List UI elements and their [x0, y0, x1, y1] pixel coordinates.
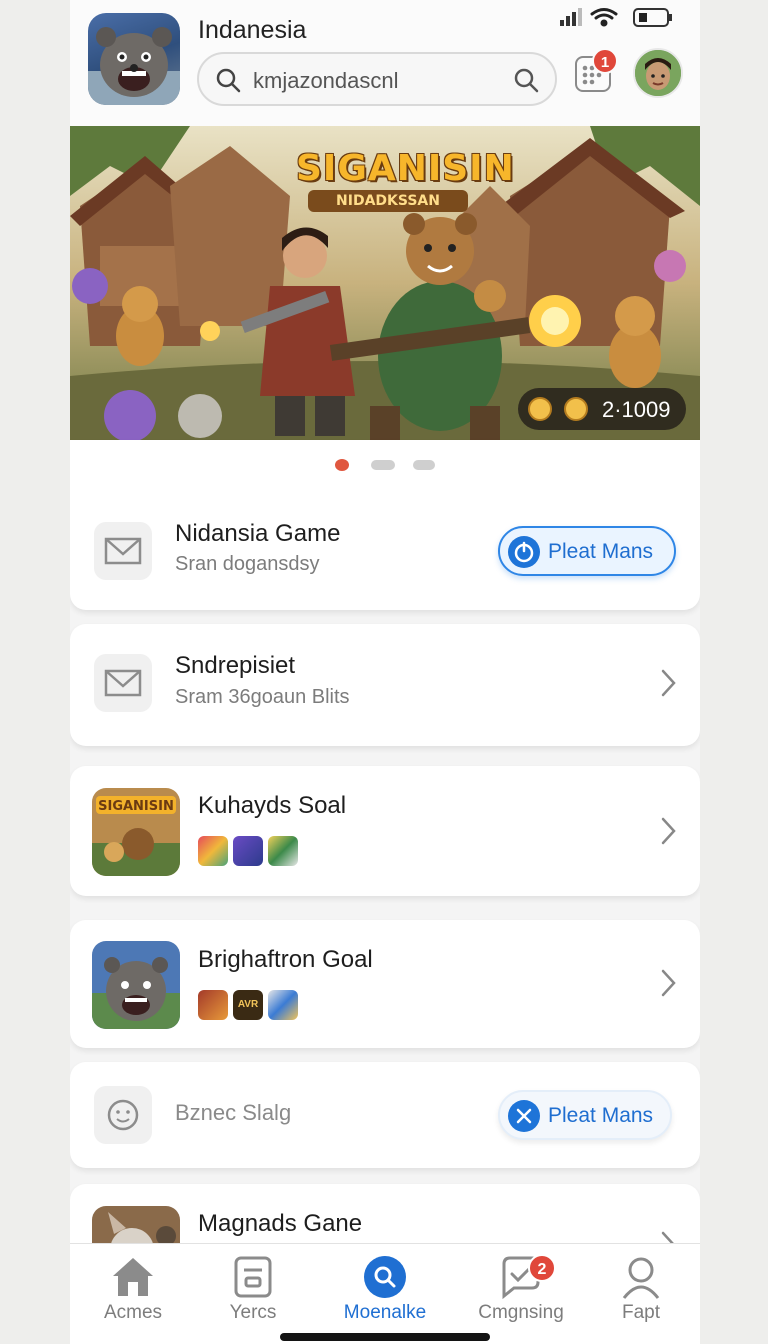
avr-tile: AVR [233, 990, 263, 1020]
nav-item-home[interactable]: Acmes [70, 1244, 196, 1334]
smiley-icon [94, 1086, 152, 1144]
thumbnail-logo: SIGANISIN [98, 799, 174, 814]
nav-badge: 2 [528, 1254, 556, 1282]
wifi-icon [590, 8, 618, 27]
chevron-right-icon[interactable] [660, 816, 676, 851]
warrior-tile-icon [198, 990, 228, 1020]
search-value: kmjazondascnl [253, 68, 399, 93]
game-list-item[interactable]: SIGANISIN Kuhayds Soal [70, 766, 700, 896]
banner-subtitle: NIDADKSSAN [308, 190, 468, 212]
list-item[interactable]: Sndrepisiet Sram 36goaun Blits [70, 624, 700, 746]
nav-label: Moenalke [343, 1302, 427, 1323]
home-icon [108, 1254, 158, 1300]
card-title: Brighaftron Goal [198, 946, 373, 973]
card-title: Sndrepisiet [175, 652, 296, 679]
nav-item-profile[interactable]: Fapt [578, 1244, 700, 1334]
status-bar [560, 6, 685, 30]
play-button[interactable]: Pleat Mans [498, 526, 676, 576]
play-button[interactable]: Pleat Mans [498, 1090, 672, 1140]
monster-tile-icon [233, 836, 263, 866]
play-button-label: Pleat Mans [548, 1104, 654, 1127]
mail-icon [94, 654, 152, 712]
list-item[interactable]: Bznec Slalg Pleat Mans [70, 1062, 700, 1168]
bottom-navigation: Acmes Yercs Moenalke 2 Cmgnsing Fapt [70, 1243, 700, 1344]
sword-tile-icon [198, 836, 228, 866]
game-thumbnail [92, 941, 180, 1029]
banner-title: SIGANISIN [296, 148, 515, 189]
axe-tile-icon [268, 836, 298, 866]
hero-banner[interactable]: SIGANISIN NIDADKSSAN 2·1009 [70, 126, 700, 440]
home-indicator [280, 1333, 490, 1341]
card-title: Kuhayds Soal [198, 792, 347, 819]
search-icon [360, 1254, 410, 1300]
featured-card[interactable]: Nidansia Game Sran dogansdsy Pleat Mans [70, 440, 700, 610]
game-list-item[interactable]: Brighaftron Goal AVR [70, 920, 700, 1048]
person-icon [616, 1254, 666, 1300]
chevron-right-icon[interactable] [660, 968, 676, 1003]
phone-screen: Indanesia kmjazondascnl 1 SIGANISIN NIDA… [70, 0, 700, 1344]
tag-tiles: AVR [198, 990, 308, 1022]
face-icon [564, 397, 588, 421]
card-subtitle: Sran dogansdsy [175, 553, 320, 575]
avatar[interactable] [633, 48, 683, 98]
notification-badge: 1 [592, 48, 618, 74]
players-counter: 2·1009 [518, 388, 686, 430]
app-header: Indanesia kmjazondascnl 1 [70, 0, 700, 126]
signal-icon [560, 8, 582, 26]
search-icon [215, 67, 241, 98]
document-icon [228, 1254, 278, 1300]
nav-label: Fapt [621, 1302, 661, 1323]
card-subtitle: Sram 36goaun Blits [175, 686, 350, 708]
tag-tiles [198, 836, 308, 868]
power-icon [508, 536, 540, 568]
nav-item-search[interactable]: Moenalke [322, 1244, 448, 1334]
carousel-dot[interactable] [371, 460, 395, 470]
card-title: Magnads Gane [198, 1210, 363, 1237]
battery-icon [633, 8, 672, 27]
card-title: Bznec Slalg [175, 1100, 292, 1125]
nav-label: Yercs [229, 1302, 277, 1323]
game-thumbnail: SIGANISIN [92, 788, 180, 876]
nav-label: Acmes [103, 1302, 163, 1323]
card-title: Nidansia Game [175, 520, 341, 547]
carousel-dot-active[interactable] [335, 459, 349, 471]
blade-tile-icon [268, 990, 298, 1020]
counter-value: 2·1009 [602, 397, 671, 422]
nav-item-messages[interactable]: 2 Cmgnsing [458, 1244, 584, 1334]
mail-icon [94, 522, 152, 580]
app-title: Indanesia [198, 16, 307, 44]
app-logo[interactable] [88, 13, 180, 105]
play-button-label: Pleat Mans [548, 540, 654, 563]
nav-label: Cmgnsing [478, 1302, 564, 1323]
search-input[interactable]: kmjazondascnl [197, 52, 557, 106]
face-icon [528, 397, 552, 421]
close-circle-icon [508, 1100, 540, 1132]
carousel-dots[interactable] [335, 458, 435, 472]
nav-item-documents[interactable]: Yercs [190, 1244, 316, 1334]
search-submit-icon[interactable] [513, 67, 539, 98]
chevron-right-icon[interactable] [660, 668, 676, 703]
carousel-dot[interactable] [413, 460, 435, 470]
